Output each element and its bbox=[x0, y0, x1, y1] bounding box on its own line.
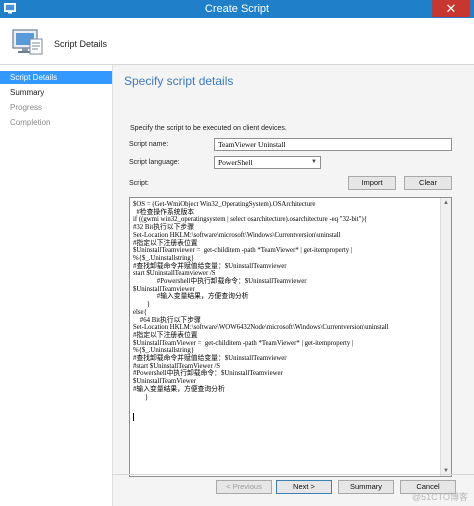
close-button[interactable]: ✕ bbox=[432, 0, 470, 17]
nav-item-progress: Progress bbox=[10, 103, 43, 112]
scroll-up-icon[interactable]: ▲ bbox=[441, 198, 451, 208]
script-editor[interactable]: $OS = (Get-WmiObject Win32_OperatingSyst… bbox=[129, 197, 452, 477]
previous-button[interactable]: < Previous bbox=[216, 480, 272, 494]
chevron-down-icon: ▼ bbox=[311, 159, 317, 165]
page-description: Specify the script to be executed on cli… bbox=[130, 125, 287, 132]
import-button[interactable]: Import bbox=[348, 176, 396, 190]
script-language-label: Script language: bbox=[129, 159, 180, 166]
text-caret bbox=[133, 413, 134, 421]
wizard-header: Script Details bbox=[0, 18, 474, 65]
next-button[interactable]: Next > bbox=[276, 480, 332, 494]
wizard-nav: Script Details Summary Progress Completi… bbox=[0, 65, 112, 506]
script-label: Script: bbox=[129, 180, 149, 187]
script-text: $OS = (Get-WmiObject Win32_OperatingSyst… bbox=[133, 201, 389, 401]
computer-script-icon bbox=[12, 29, 43, 55]
watermark: @51CTO博客 bbox=[412, 492, 468, 502]
nav-item-completion: Completion bbox=[10, 118, 51, 127]
script-scrollbar[interactable]: ▲ ▼ bbox=[440, 198, 451, 476]
nav-item-script-details[interactable]: Script Details bbox=[0, 71, 112, 84]
script-name-label: Script name: bbox=[129, 141, 169, 148]
script-language-value: PowerShell bbox=[218, 158, 253, 167]
header-title: Script Details bbox=[54, 39, 108, 49]
window-title: Create Script bbox=[204, 3, 270, 15]
clear-button[interactable]: Clear bbox=[404, 176, 452, 190]
nav-item-summary[interactable]: Summary bbox=[0, 86, 112, 99]
summary-button[interactable]: Summary bbox=[338, 480, 394, 494]
script-name-input[interactable]: TeamViewer Uninstall bbox=[214, 138, 452, 151]
footer-divider bbox=[112, 474, 474, 475]
script-language-select[interactable]: PowerShell ▼ bbox=[214, 156, 321, 169]
page-heading: Specify script details bbox=[124, 74, 234, 88]
title-bar[interactable]: Create Script ✕ bbox=[0, 0, 474, 18]
create-script-window: Create Script ✕ Script Details Script De… bbox=[0, 0, 474, 506]
